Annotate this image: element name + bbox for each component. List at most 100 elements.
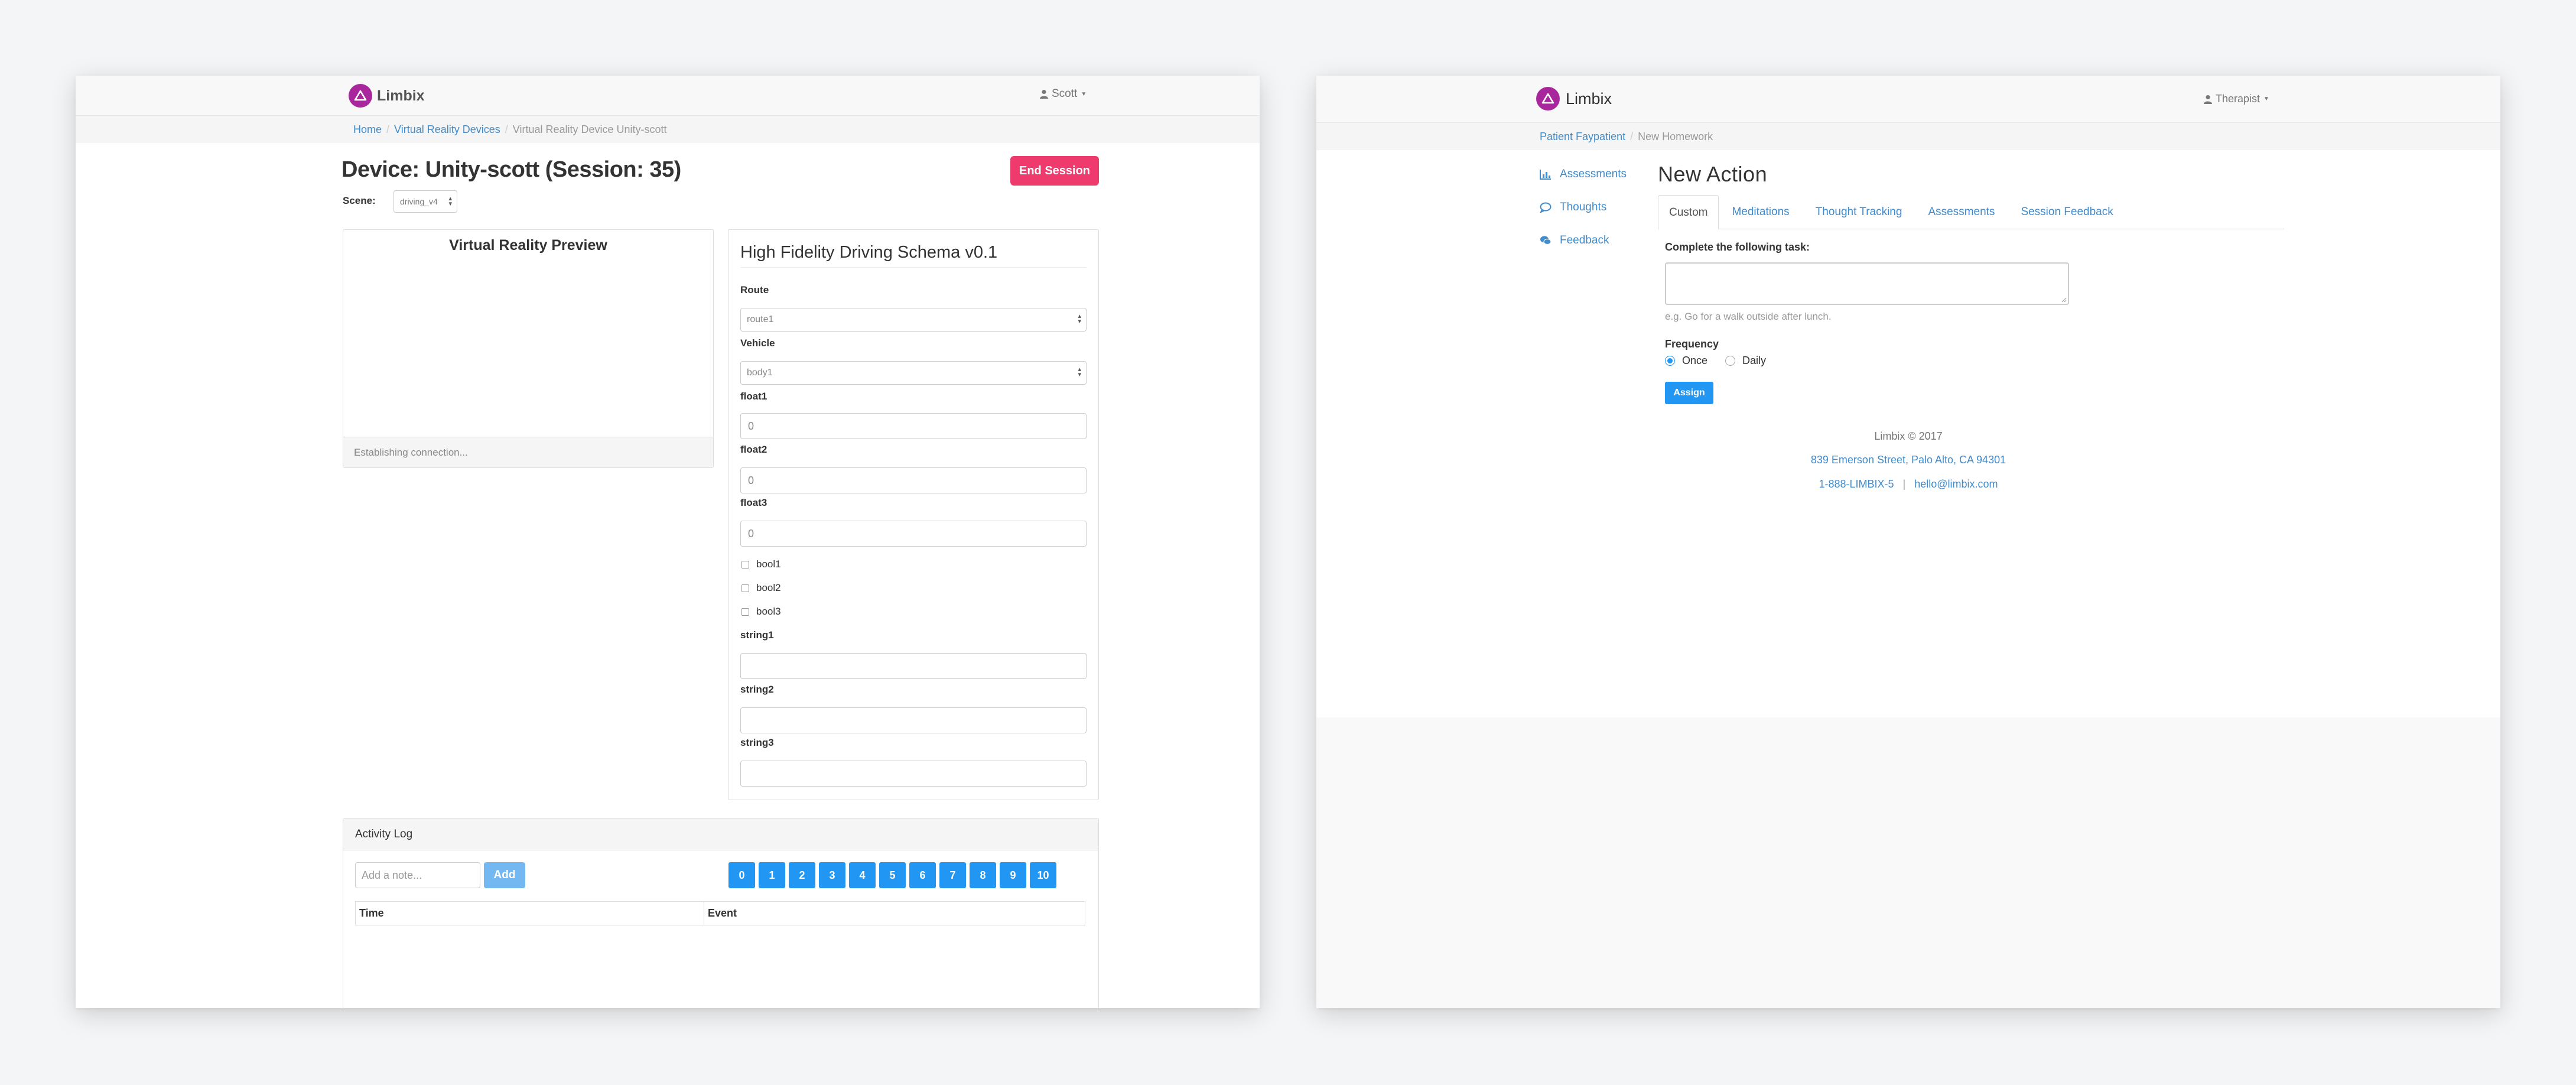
breadcrumb-home[interactable]: Home: [353, 124, 382, 136]
user-menu[interactable]: Therapist ▼: [2204, 93, 2269, 105]
brand-name: Limbix: [377, 87, 425, 104]
breadcrumb: Patient Faypatient / New Homework: [1316, 123, 2500, 150]
activity-log-panel: Activity Log Add a note... Add 0 1 2 3 4…: [343, 818, 1099, 1008]
tab-assessments[interactable]: Assessments: [1915, 195, 2008, 229]
breadcrumb-patient[interactable]: Patient Faypatient: [1540, 131, 1625, 143]
select-arrows-icon: ▴ ▾: [1078, 366, 1081, 378]
activity-log-table: Time Event: [355, 901, 1085, 925]
footer-separator: |: [1902, 478, 1906, 490]
rating-button-2[interactable]: 2: [789, 862, 815, 888]
sidebar-item-thoughts[interactable]: Thoughts: [1540, 201, 1606, 214]
frequency-once-label: Once: [1682, 355, 1708, 366]
frequency-daily-radio[interactable]: [1725, 356, 1736, 366]
breadcrumb-vr-devices[interactable]: Virtual Reality Devices: [394, 124, 500, 136]
rating-button-4[interactable]: 4: [849, 862, 876, 888]
float1-input[interactable]: 0: [740, 413, 1087, 439]
string1-label: string1: [740, 629, 774, 641]
rating-button-6[interactable]: 6: [909, 862, 936, 888]
breadcrumb-separator: /: [1630, 130, 1634, 142]
rating-buttons: 0 1 2 3 4 5 6 7 8 9 10: [728, 862, 1056, 888]
checkbox-box[interactable]: [741, 584, 749, 592]
sidebar-item-label: Feedback: [1560, 234, 1609, 246]
scene-label: Scene:: [343, 195, 376, 206]
caret-down-icon: ▼: [1081, 90, 1087, 98]
assign-button[interactable]: Assign: [1665, 382, 1713, 404]
frequency-once-radio[interactable]: [1665, 356, 1675, 366]
rating-button-9[interactable]: 9: [1000, 862, 1026, 888]
rating-button-0[interactable]: 0: [728, 862, 755, 888]
bool2-checkbox[interactable]: bool2: [741, 582, 781, 594]
schema-title: High Fidelity Driving Schema v0.1: [740, 243, 1087, 268]
rating-button-3[interactable]: 3: [819, 862, 845, 888]
footer-email[interactable]: hello@limbix.com: [1914, 478, 1998, 490]
device-session-screenshot: Limbix Scott ▼ Home / Virtual Reality De…: [76, 76, 1260, 1008]
bar-chart-icon: [1540, 170, 1551, 180]
checkbox-box[interactable]: [741, 608, 749, 616]
footer-contact: 1-888-LIMBIX-5 | hello@limbix.com: [1316, 478, 2500, 490]
float3-label: float3: [740, 497, 767, 508]
activity-log-title: Activity Log: [343, 818, 1098, 850]
tab-session-feedback[interactable]: Session Feedback: [2008, 195, 2126, 229]
tab-meditations[interactable]: Meditations: [1719, 195, 1802, 229]
footer-address[interactable]: 839 Emerson Street, Palo Alto, CA 94301: [1316, 454, 2500, 466]
sidebar-item-label: Assessments: [1560, 168, 1627, 180]
note-input[interactable]: Add a note...: [355, 862, 480, 888]
footer-copyright: Limbix © 2017: [1874, 430, 1943, 442]
breadcrumb: Home / Virtual Reality Devices / Virtual…: [76, 116, 1260, 143]
top-navbar: Limbix Therapist ▼: [1316, 76, 2500, 123]
tab-custom[interactable]: Custom: [1658, 195, 1719, 230]
string1-input[interactable]: [740, 653, 1087, 679]
route-select[interactable]: route1 ▴ ▾: [740, 308, 1087, 332]
string2-input[interactable]: [740, 707, 1087, 733]
brand-link[interactable]: Limbix: [349, 84, 425, 108]
vehicle-select[interactable]: body1 ▴ ▾: [740, 361, 1087, 385]
bool3-label: bool3: [756, 606, 781, 617]
page-title: New Action: [1658, 162, 1768, 186]
sidebar-item-feedback[interactable]: Feedback: [1540, 234, 1609, 247]
route-label: Route: [740, 284, 769, 295]
float3-input[interactable]: 0: [740, 521, 1087, 547]
frequency-daily-label: Daily: [1742, 355, 1767, 366]
vehicle-label: Vehicle: [740, 337, 775, 349]
end-session-button[interactable]: End Session: [1010, 156, 1099, 186]
rating-button-10[interactable]: 10: [1030, 862, 1056, 888]
user-menu[interactable]: Scott ▼: [1040, 87, 1087, 100]
rating-button-7[interactable]: 7: [939, 862, 966, 888]
vehicle-value: body1: [747, 368, 773, 378]
top-navbar: Limbix Scott ▼: [76, 76, 1260, 116]
float1-label: float1: [740, 391, 767, 402]
caret-down-icon: ▼: [2263, 96, 2269, 102]
limbix-logo-icon: [1536, 87, 1560, 111]
checkbox-box[interactable]: [741, 560, 749, 569]
sidebar-item-assessments[interactable]: Assessments: [1540, 168, 1627, 181]
rating-button-8[interactable]: 8: [970, 862, 996, 888]
schema-panel: High Fidelity Driving Schema v0.1 Route …: [728, 229, 1099, 800]
task-textarea[interactable]: [1665, 262, 2069, 305]
route-value: route1: [747, 314, 774, 324]
scene-select[interactable]: driving_v4 ▴ ▾: [393, 190, 457, 213]
new-homework-screenshot: Limbix Therapist ▼ Patient Faypatient / …: [1316, 76, 2500, 1008]
float2-input[interactable]: 0: [740, 467, 1087, 493]
rating-button-5[interactable]: 5: [879, 862, 906, 888]
breadcrumb-current: Virtual Reality Device Unity-scott: [512, 123, 667, 135]
bool1-checkbox[interactable]: bool1: [741, 558, 781, 570]
breadcrumb-current: New Homework: [1638, 130, 1713, 142]
user-name: Scott: [1052, 87, 1078, 100]
comment-icon: [1540, 202, 1552, 213]
resize-handle-icon[interactable]: [2061, 297, 2067, 303]
string3-input[interactable]: [740, 761, 1087, 787]
scene-value: driving_v4: [400, 197, 438, 206]
select-arrows-icon: ▴ ▾: [448, 195, 452, 207]
time-column-header: Time: [355, 901, 704, 925]
tab-thought-tracking[interactable]: Thought Tracking: [1803, 195, 1915, 229]
float2-label: float2: [740, 444, 767, 455]
comments-icon: [1540, 236, 1552, 245]
user-name: Therapist: [2216, 93, 2260, 105]
footer-phone[interactable]: 1-888-LIMBIX-5: [1819, 478, 1894, 490]
brand-link[interactable]: Limbix: [1536, 87, 1612, 111]
add-note-button[interactable]: Add: [484, 862, 525, 888]
rating-button-1[interactable]: 1: [759, 862, 785, 888]
bool1-label: bool1: [756, 558, 781, 570]
bool3-checkbox[interactable]: bool3: [741, 606, 781, 618]
brand-name: Limbix: [1566, 89, 1612, 108]
